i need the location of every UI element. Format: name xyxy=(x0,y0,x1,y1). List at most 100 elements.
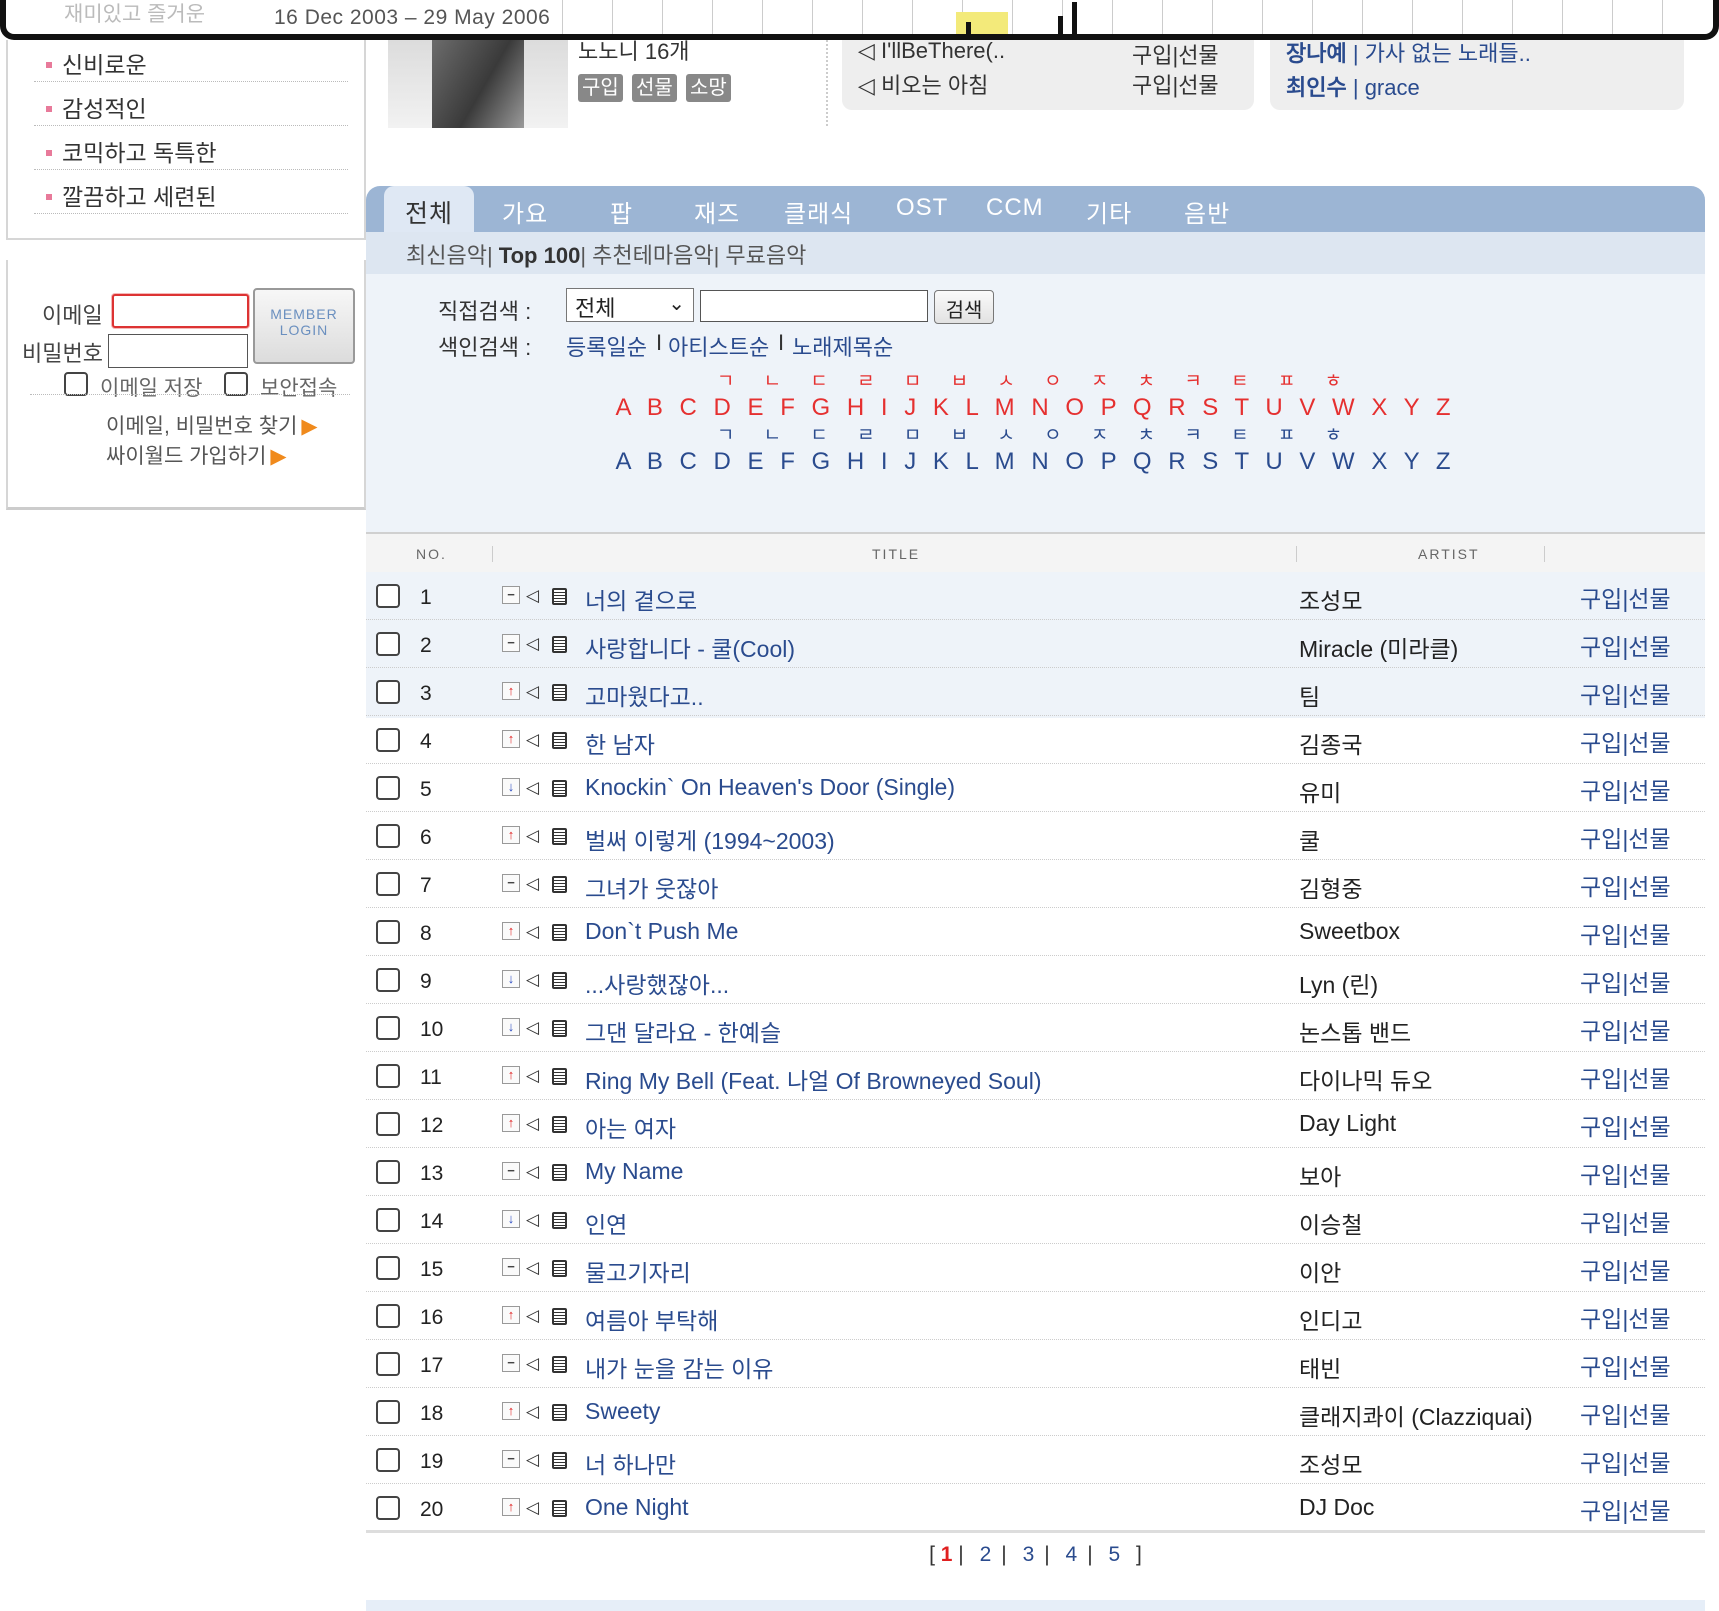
speaker-icon[interactable]: ◁ xyxy=(526,826,539,846)
speaker-icon[interactable]: ◁ xyxy=(526,1018,539,1038)
buy-gift-link[interactable]: 구입|선물 xyxy=(1580,1204,1671,1238)
tab-ost[interactable]: OST xyxy=(896,194,948,222)
speaker-icon[interactable]: ◁ xyxy=(526,730,539,750)
row-checkbox[interactable] xyxy=(376,1400,400,1424)
song-title[interactable]: 아는 여자 xyxy=(585,1110,676,1144)
lyrics-icon[interactable] xyxy=(552,1404,567,1421)
tab-ccm[interactable]: CCM xyxy=(986,194,1044,222)
member-login-button[interactable]: MEMBER LOGIN xyxy=(253,288,355,364)
song-title[interactable]: Don`t Push Me xyxy=(585,918,738,945)
song-title[interactable]: My Name xyxy=(585,1158,683,1185)
recommend-link[interactable]: 장나예 | 가사 없는 노래들.. xyxy=(1286,36,1531,68)
speaker-icon[interactable]: ◁ xyxy=(526,1306,539,1326)
row-checkbox[interactable] xyxy=(376,968,400,992)
buy-gift-link[interactable]: 구입|선물 xyxy=(1580,1252,1671,1286)
speaker-icon[interactable]: ◁ xyxy=(526,970,539,990)
speaker-icon[interactable]: ◁ xyxy=(526,682,539,702)
row-checkbox[interactable] xyxy=(376,1064,400,1088)
speaker-icon[interactable]: ◁ xyxy=(526,922,539,942)
latin-index-blue[interactable]: A B C D E F G H I J K L M N O P Q R S T … xyxy=(366,448,1705,476)
song-title[interactable]: 내가 눈을 감는 이유 xyxy=(585,1350,773,1384)
song-title[interactable]: 고마웠다고.. xyxy=(585,678,704,712)
song-title[interactable]: 여름아 부탁해 xyxy=(585,1302,718,1336)
page-link[interactable]: 4 xyxy=(1066,1543,1078,1566)
buy-gift-link[interactable]: 구입|선물 xyxy=(1580,916,1671,950)
gift-pill[interactable]: 선물 xyxy=(632,74,677,102)
row-checkbox[interactable] xyxy=(376,1352,400,1376)
lyrics-icon[interactable] xyxy=(552,636,567,653)
korean-index-blue[interactable]: ㄱ ㄴ ㄷ ㄹ ㅁ ㅂ ㅅ ㅇ ㅈ ㅊ ㅋ ㅌ ㅍ ㅎ xyxy=(366,420,1705,447)
speaker-icon[interactable]: ◁ xyxy=(526,1402,539,1422)
buy-gift-link[interactable]: 구입|선물 xyxy=(1580,1348,1671,1382)
page-current[interactable]: 1 xyxy=(941,1543,953,1566)
buy-gift-link[interactable]: 구입|선물 xyxy=(1132,68,1219,100)
lyrics-icon[interactable] xyxy=(552,924,567,941)
search-category-select[interactable]: 전체 ⌄ xyxy=(566,288,694,322)
subnav-theme[interactable]: 추천테마음악 xyxy=(592,243,713,268)
buy-gift-link[interactable]: 구입|선물 xyxy=(1580,1300,1671,1334)
tab-etc[interactable]: 기타 xyxy=(1086,194,1132,229)
speaker-icon[interactable]: ◁ xyxy=(526,586,539,606)
song-title[interactable]: 벌써 이렇게 (1994~2003) xyxy=(585,822,835,856)
row-checkbox[interactable] xyxy=(376,1016,400,1040)
page-link[interactable]: 3 xyxy=(1023,1543,1035,1566)
row-checkbox[interactable] xyxy=(376,1448,400,1472)
lyrics-icon[interactable] xyxy=(552,1500,567,1517)
song-title[interactable]: 그댄 달라요 - 한예슬 xyxy=(585,1014,781,1048)
mood-item[interactable]: 신비로운 xyxy=(34,40,348,82)
song-link[interactable]: ◁ I'llBeThere(.. xyxy=(858,38,1005,64)
row-checkbox[interactable] xyxy=(376,1304,400,1328)
buy-gift-link[interactable]: 구입|선물 xyxy=(1580,772,1671,806)
search-input[interactable] xyxy=(700,290,928,322)
lyrics-icon[interactable] xyxy=(552,780,567,797)
lyrics-icon[interactable] xyxy=(552,1308,567,1325)
tab-all[interactable]: 전체 xyxy=(384,186,474,232)
secure-login-checkbox[interactable] xyxy=(224,372,248,396)
row-checkbox[interactable] xyxy=(376,1208,400,1232)
row-checkbox[interactable] xyxy=(376,776,400,800)
wayback-timeline-bar[interactable]: 재미있고 즐거운 16 Dec 2003 – 29 May 2006 xyxy=(0,0,1719,40)
row-checkbox[interactable] xyxy=(376,728,400,752)
row-checkbox[interactable] xyxy=(376,680,400,704)
buy-gift-link[interactable]: 구입|선물 xyxy=(1580,1396,1671,1430)
buy-gift-link[interactable]: 구입|선물 xyxy=(1580,1156,1671,1190)
song-title[interactable]: 그녀가 웃잖아 xyxy=(585,870,718,904)
wish-pill[interactable]: 소망 xyxy=(686,74,731,102)
lyrics-icon[interactable] xyxy=(552,1260,567,1277)
lyrics-icon[interactable] xyxy=(552,1452,567,1469)
song-title[interactable]: 물고기자리 xyxy=(585,1254,691,1288)
speaker-icon[interactable]: ◁ xyxy=(526,1114,539,1134)
row-checkbox[interactable] xyxy=(376,920,400,944)
album-thumbnail[interactable] xyxy=(388,40,568,128)
speaker-icon[interactable]: ◁ xyxy=(526,1210,539,1230)
song-title[interactable]: Ring My Bell (Feat. 나얼 Of Browneyed Soul… xyxy=(585,1062,1041,1096)
row-checkbox[interactable] xyxy=(376,1160,400,1184)
song-title[interactable]: One Night xyxy=(585,1494,689,1521)
timeline-highlight[interactable] xyxy=(956,12,1008,34)
lyrics-icon[interactable] xyxy=(552,1116,567,1133)
lyrics-icon[interactable] xyxy=(552,1020,567,1037)
speaker-icon[interactable]: ◁ xyxy=(526,1354,539,1374)
song-title[interactable]: ...사랑했잖아... xyxy=(585,966,729,1000)
index-by-artist[interactable]: 아티스트순 xyxy=(668,330,769,362)
buy-gift-link[interactable]: 구입|선물 xyxy=(1580,820,1671,854)
buy-gift-link[interactable]: 구입|선물 xyxy=(1580,868,1671,902)
subnav-latest[interactable]: 최신음악 xyxy=(406,243,487,268)
buy-gift-link[interactable]: 구입|선물 xyxy=(1580,724,1671,758)
lyrics-icon[interactable] xyxy=(552,732,567,749)
subnav-top100[interactable]: Top 100 xyxy=(499,243,581,268)
index-by-date[interactable]: 등록일순 xyxy=(566,330,647,362)
song-title[interactable]: 인연 xyxy=(585,1206,627,1240)
buy-gift-link[interactable]: 구입|선물 xyxy=(1580,628,1671,662)
buy-gift-link[interactable]: 구입|선물 xyxy=(1580,1492,1671,1526)
row-checkbox[interactable] xyxy=(376,1496,400,1520)
speaker-icon[interactable]: ◁ xyxy=(526,1258,539,1278)
speaker-icon[interactable]: ◁ xyxy=(526,634,539,654)
email-field[interactable] xyxy=(112,294,249,328)
latin-index-red[interactable]: A B C D E F G H I J K L M N O P Q R S T … xyxy=(366,394,1705,422)
song-title[interactable]: 사랑합니다 - 쿨(Cool) xyxy=(585,630,795,664)
speaker-icon[interactable]: ◁ xyxy=(526,1498,539,1518)
lyrics-icon[interactable] xyxy=(552,1356,567,1373)
recommend-link[interactable]: 최인수 | grace xyxy=(1286,70,1420,102)
index-by-title[interactable]: 노래제목순 xyxy=(792,330,893,362)
